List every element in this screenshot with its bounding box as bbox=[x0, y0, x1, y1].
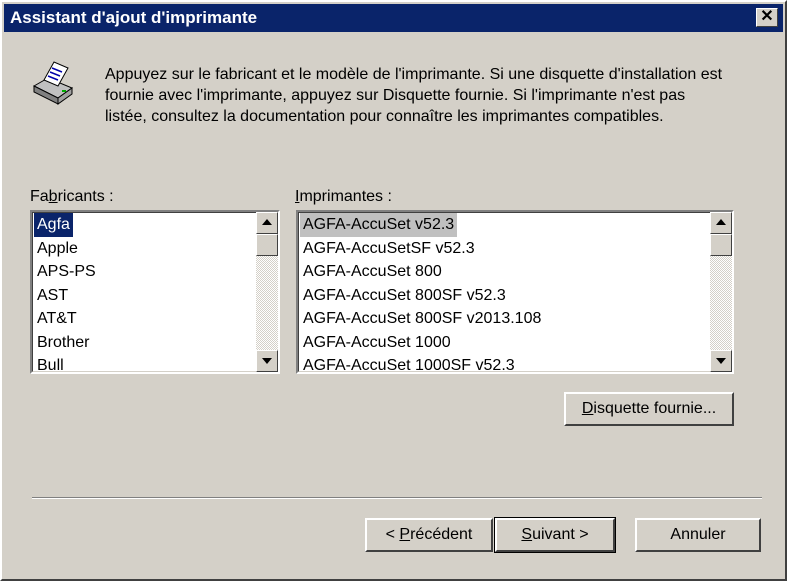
next-button[interactable]: Suivant > bbox=[494, 517, 616, 553]
manufacturers-list-item[interactable]: AST bbox=[34, 284, 99, 308]
printers-list-item-label: AGFA-AccuSet 800SF v2013.108 bbox=[303, 310, 542, 327]
have-disk-button[interactable]: Disquette fournie... bbox=[564, 392, 734, 426]
printers-list-item[interactable]: AGFA-AccuSet 1000 bbox=[300, 331, 544, 355]
printers-scrollbar[interactable] bbox=[710, 212, 732, 372]
printers-scroll-thumb[interactable] bbox=[710, 234, 732, 256]
add-printer-wizard-window: Assistant d'ajout d'imprimante ✕ Appuyez… bbox=[0, 0, 787, 581]
manufacturers-list-item[interactable]: Agfa bbox=[34, 213, 99, 237]
printers-scroll-down-button[interactable] bbox=[710, 350, 732, 372]
manufacturers-list-item-label: Agfa bbox=[34, 213, 73, 237]
printers-list-item[interactable]: AGFA-AccuSet v52.3 bbox=[300, 213, 544, 237]
printer-icon bbox=[32, 61, 74, 105]
printers-list-item-label: AGFA-AccuSet v52.3 bbox=[300, 213, 458, 237]
printers-list-item-label: AGFA-AccuSetSF v52.3 bbox=[303, 239, 475, 257]
manufacturers-list-item-label: Apple bbox=[37, 239, 78, 257]
manufacturers-listbox[interactable]: Agfa Apple APS-PS AST AT&T Brother Bull bbox=[30, 210, 280, 374]
back-button[interactable]: < Précédent bbox=[365, 518, 493, 552]
manufacturers-list-item-label: AST bbox=[37, 286, 69, 304]
close-button[interactable]: ✕ bbox=[756, 8, 778, 27]
printers-list: AGFA-AccuSet v52.3 AGFA-AccuSetSF v52.3 AG… bbox=[300, 213, 544, 374]
manufacturers-list-item[interactable]: Bull bbox=[34, 354, 99, 374]
printers-list-item-label: AGFA-AccuSet 800SF v52.3 bbox=[303, 286, 506, 304]
arrow-up-icon bbox=[716, 219, 726, 225]
printers-list-item[interactable]: AGFA-AccuSet 800SF v2013.108 bbox=[300, 307, 544, 331]
manufacturers-list-item-label: Bull bbox=[37, 357, 64, 374]
manufacturers-scrollbar[interactable] bbox=[256, 212, 278, 372]
arrow-down-icon bbox=[716, 358, 726, 364]
printers-list-item-label: AGFA-AccuSet 800 bbox=[303, 263, 442, 280]
printers-listbox[interactable]: AGFA-AccuSet v52.3 AGFA-AccuSetSF v52.3 AG… bbox=[296, 210, 734, 374]
manufacturers-label: Fabricants : bbox=[30, 188, 114, 205]
printers-list-item[interactable]: AGFA-AccuSetSF v52.3 bbox=[300, 237, 544, 261]
manufacturers-scroll-down-button[interactable] bbox=[256, 350, 278, 372]
arrow-up-icon bbox=[262, 219, 272, 225]
title-bar[interactable]: Assistant d'ajout d'imprimante ✕ bbox=[4, 4, 783, 32]
arrow-down-icon bbox=[262, 358, 272, 364]
printers-list-item[interactable]: AGFA-AccuSet 1000SF v52.3 bbox=[300, 354, 544, 374]
manufacturers-list-item-label: Brother bbox=[37, 333, 90, 351]
manufacturers-list-item-label: AT&T bbox=[37, 310, 77, 327]
printers-scroll-up-button[interactable] bbox=[710, 212, 732, 234]
manufacturers-list-item-label: APS-PS bbox=[37, 263, 96, 280]
cancel-button[interactable]: Annuler bbox=[635, 518, 761, 552]
printers-list-item[interactable]: AGFA-AccuSet 800 bbox=[300, 260, 544, 284]
printers-label: Imprimantes : bbox=[295, 188, 392, 205]
manufacturers-list-item[interactable]: Apple bbox=[34, 237, 99, 261]
wizard-description: Appuyez sur le fabricant et le modèle de… bbox=[105, 66, 723, 125]
close-icon: ✕ bbox=[760, 8, 774, 25]
separator bbox=[32, 497, 762, 499]
printers-list-item-label: AGFA-AccuSet 1000 bbox=[303, 333, 451, 351]
manufacturers-list: Agfa Apple APS-PS AST AT&T Brother Bull bbox=[34, 213, 99, 374]
manufacturers-scroll-thumb[interactable] bbox=[256, 234, 278, 256]
manufacturers-list-item[interactable]: APS-PS bbox=[34, 260, 99, 284]
window-title: Assistant d'ajout d'imprimante bbox=[10, 8, 258, 27]
manufacturers-list-item[interactable]: AT&T bbox=[34, 307, 99, 331]
manufacturers-scroll-up-button[interactable] bbox=[256, 212, 278, 234]
printers-list-item-label: AGFA-AccuSet 1000SF v52.3 bbox=[303, 357, 515, 374]
manufacturers-list-item[interactable]: Brother bbox=[34, 331, 99, 355]
printers-list-item[interactable]: AGFA-AccuSet 800SF v52.3 bbox=[300, 284, 544, 308]
